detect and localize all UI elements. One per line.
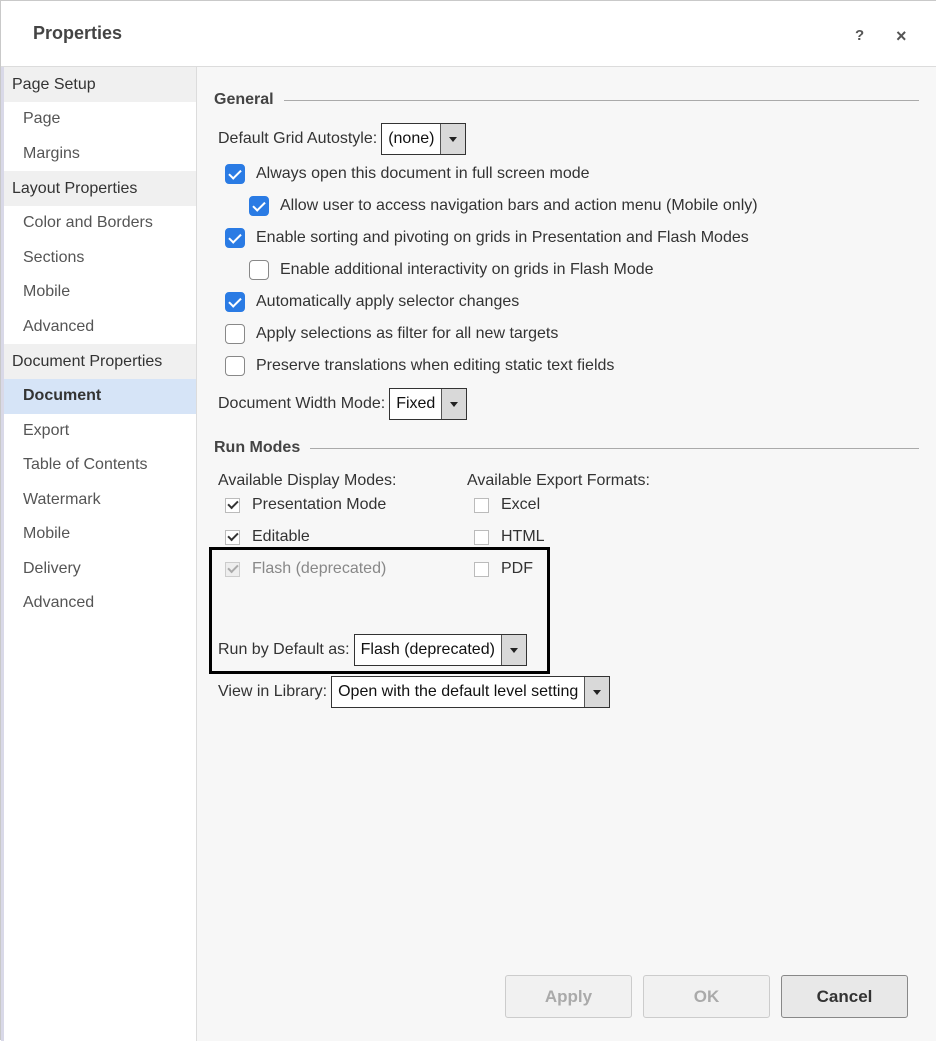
- view-library-row: View in Library: Open with the default l…: [218, 675, 611, 709]
- nav-item-sections[interactable]: Sections: [1, 241, 196, 276]
- pdf-format-label: PDF: [501, 560, 533, 577]
- nav-group-layout-properties[interactable]: Layout Properties: [1, 171, 196, 206]
- display-modes-label: Available Display Modes:: [218, 472, 397, 489]
- excel-format-label: Excel: [501, 496, 541, 513]
- chevron-down-icon[interactable]: [584, 677, 610, 707]
- preserve-translations-label: Preserve translations when editing stati…: [256, 357, 615, 374]
- nav-item-document[interactable]: Document: [1, 379, 196, 414]
- view-library-value: Open with the default level setting: [338, 683, 579, 700]
- auto-selector-label: Automatically apply selector changes: [256, 293, 520, 310]
- cancel-button[interactable]: Cancel: [781, 975, 908, 1018]
- sorting-option[interactable]: Enable sorting and pivoting on grids in …: [225, 227, 749, 249]
- editable-mode-checkbox[interactable]: [225, 529, 240, 545]
- grid-autostyle-select[interactable]: (none): [381, 123, 467, 155]
- window-edge: [1, 67, 4, 1041]
- sorting-checkbox[interactable]: [225, 228, 245, 248]
- interactivity-option[interactable]: Enable additional interactivity on grids…: [249, 259, 654, 281]
- close-icon[interactable]: ×: [896, 26, 907, 47]
- interactivity-label: Enable additional interactivity on grids…: [280, 261, 654, 278]
- apply-button[interactable]: Apply: [505, 975, 632, 1018]
- nav-item-layout-mobile[interactable]: Mobile: [1, 275, 196, 310]
- nav-group-page-setup[interactable]: Page Setup: [1, 67, 196, 102]
- editable-mode-label: Editable: [252, 528, 310, 545]
- interactivity-checkbox[interactable]: [249, 260, 269, 280]
- nav-item-document-mobile[interactable]: Mobile: [1, 517, 196, 552]
- grid-autostyle-row: Default Grid Autostyle: (none): [218, 122, 467, 156]
- presentation-mode-checkbox[interactable]: [225, 497, 240, 513]
- run-default-value: Flash (deprecated): [360, 641, 495, 658]
- width-mode-value: Fixed: [396, 395, 436, 412]
- grid-autostyle-value: (none): [388, 130, 435, 147]
- flash-mode-option: Flash (deprecated): [225, 558, 386, 580]
- nav-item-layout-advanced[interactable]: Advanced: [1, 310, 196, 345]
- nav-bars-option[interactable]: Allow user to access navigation bars and…: [249, 195, 758, 217]
- chevron-down-icon[interactable]: [441, 389, 467, 419]
- full-screen-option[interactable]: Always open this document in full screen…: [225, 163, 590, 185]
- width-mode-row: Document Width Mode: Fixed: [218, 387, 468, 421]
- nav-item-document-advanced[interactable]: Advanced: [1, 586, 196, 621]
- export-formats-label: Available Export Formats:: [467, 472, 650, 489]
- sidebar: Page Setup Page Margins Layout Propertie…: [1, 67, 197, 1041]
- general-heading: General: [214, 91, 274, 108]
- flash-mode-label: Flash (deprecated): [252, 560, 387, 577]
- apply-filter-option[interactable]: Apply selections as filter for all new t…: [225, 323, 558, 345]
- run-modes-section-header: Run Modes: [214, 439, 919, 457]
- pdf-format-option[interactable]: PDF: [474, 558, 533, 580]
- width-mode-select[interactable]: Fixed: [389, 388, 468, 420]
- full-screen-label: Always open this document in full screen…: [256, 165, 590, 182]
- apply-filter-checkbox[interactable]: [225, 324, 245, 344]
- auto-selector-checkbox[interactable]: [225, 292, 245, 312]
- view-library-select[interactable]: Open with the default level setting: [331, 676, 611, 708]
- nav-item-margins[interactable]: Margins: [1, 137, 196, 172]
- sorting-label: Enable sorting and pivoting on grids in …: [256, 229, 749, 246]
- excel-format-option[interactable]: Excel: [474, 494, 540, 516]
- content-panel: General Default Grid Autostyle: (none) A…: [197, 67, 936, 1041]
- flash-mode-checkbox: [225, 561, 240, 577]
- nav-item-table-of-contents[interactable]: Table of Contents: [1, 448, 196, 483]
- run-modes-heading: Run Modes: [214, 439, 301, 456]
- grid-autostyle-label: Default Grid Autostyle:: [218, 130, 378, 147]
- section-divider: [310, 447, 919, 449]
- presentation-mode-option[interactable]: Presentation Mode: [225, 494, 386, 516]
- run-default-row: Run by Default as: Flash (deprecated): [218, 633, 527, 667]
- auto-selector-option[interactable]: Automatically apply selector changes: [225, 291, 519, 313]
- view-library-label: View in Library:: [218, 683, 328, 700]
- editable-mode-option[interactable]: Editable: [225, 526, 310, 548]
- apply-filter-label: Apply selections as filter for all new t…: [256, 325, 559, 342]
- nav-item-page[interactable]: Page: [1, 102, 196, 137]
- width-mode-label: Document Width Mode:: [218, 395, 386, 412]
- run-default-select[interactable]: Flash (deprecated): [353, 634, 527, 666]
- nav-item-color-and-borders[interactable]: Color and Borders: [1, 206, 196, 241]
- nav-item-delivery[interactable]: Delivery: [1, 552, 196, 587]
- html-format-checkbox[interactable]: [474, 529, 489, 545]
- properties-dialog: Properties ? × Page Setup Page Margins L…: [0, 0, 936, 1041]
- html-format-label: HTML: [501, 528, 545, 545]
- chevron-down-icon[interactable]: [440, 124, 466, 154]
- title-bar: Properties ? ×: [1, 1, 936, 67]
- chevron-down-icon[interactable]: [500, 635, 526, 665]
- nav-item-watermark[interactable]: Watermark: [1, 483, 196, 518]
- excel-format-checkbox[interactable]: [474, 497, 489, 513]
- nav-bars-label: Allow user to access navigation bars and…: [280, 197, 758, 214]
- general-section-header: General: [214, 91, 919, 109]
- full-screen-checkbox[interactable]: [225, 164, 245, 184]
- html-format-option[interactable]: HTML: [474, 526, 545, 548]
- nav-group-document-properties[interactable]: Document Properties: [1, 344, 196, 379]
- nav-item-export[interactable]: Export: [1, 414, 196, 449]
- presentation-mode-label: Presentation Mode: [252, 496, 387, 513]
- ok-button[interactable]: OK: [643, 975, 770, 1018]
- pdf-format-checkbox[interactable]: [474, 561, 489, 577]
- run-default-label: Run by Default as:: [218, 641, 350, 658]
- dialog-title: Properties: [33, 23, 123, 43]
- nav-bars-checkbox[interactable]: [249, 196, 269, 216]
- preserve-translations-option[interactable]: Preserve translations when editing stati…: [225, 355, 614, 377]
- section-divider: [283, 99, 919, 101]
- help-icon[interactable]: ?: [855, 27, 864, 44]
- preserve-translations-checkbox[interactable]: [225, 356, 245, 376]
